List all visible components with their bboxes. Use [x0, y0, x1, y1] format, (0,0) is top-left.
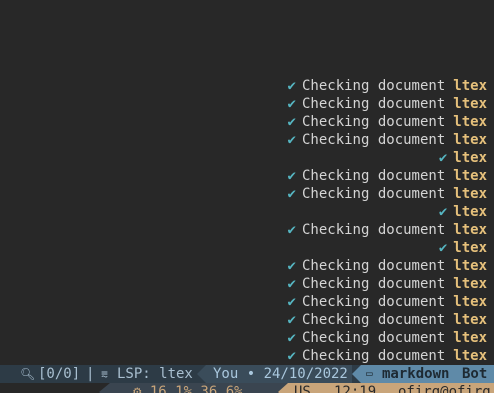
notification-item: ✔ Checking document ltex	[288, 275, 487, 293]
lsp-status: LSP: ltex	[117, 366, 193, 382]
check-icon: ✔	[438, 150, 448, 166]
check-icon: ✔	[287, 78, 296, 94]
cpu-usage: ⚙ 16.1% 36.6%	[133, 383, 243, 393]
git-blame: You • 24/10/2022	[213, 366, 348, 382]
notification-source: ltex	[453, 330, 487, 346]
search-count: [0/0]	[38, 366, 81, 382]
notification-source: ltex	[453, 114, 487, 130]
check-icon: ✔	[287, 312, 296, 328]
notification-item: ✔ ltex	[439, 203, 487, 221]
cursor-position: Bot	[462, 366, 488, 382]
clock-separator	[278, 383, 288, 393]
notification-item: ✔ Checking document ltex	[288, 167, 487, 185]
notification-message: Checking document	[301, 222, 446, 238]
notification-source: ltex	[453, 240, 487, 256]
notification-list: ✔ Checking document ltex ✔ Checking document…	[288, 77, 487, 365]
notification-item: ✔ Checking document ltex	[288, 293, 487, 311]
notification-message: Checking document	[301, 168, 446, 184]
system-bar-separator	[99, 383, 110, 393]
statusline-separator: |	[86, 366, 95, 382]
notification-item: ✔ Checking document ltex	[288, 347, 487, 365]
notification-item: ✔ Checking document ltex	[288, 311, 487, 329]
notification-message: Checking document	[301, 132, 446, 148]
check-icon: ✔	[287, 330, 296, 346]
notification-source: ltex	[453, 348, 487, 364]
notification-message: Checking document	[301, 186, 446, 202]
notification-item: ✔ Checking document ltex	[288, 257, 487, 275]
notification-source: ltex	[453, 222, 487, 238]
system-bar: ⚙ 16.1% 36.6% US 12:19 ofirg@ofirg	[0, 383, 494, 393]
notification-source: ltex	[453, 312, 487, 328]
keyboard-layout: US	[294, 384, 311, 393]
notification-source: ltex	[453, 294, 487, 310]
notification-item: ✔ Checking document ltex	[288, 131, 487, 149]
search-icon: 🔍︎	[20, 367, 36, 381]
editor-area[interactable]: ✔ Checking document ltex ✔ Checking document…	[0, 0, 494, 365]
notification-item: ✔ Checking document ltex	[288, 113, 487, 131]
notification-source: ltex	[453, 78, 487, 94]
notification-message: Checking document	[301, 348, 446, 364]
notification-item: ✔ Checking document ltex	[288, 77, 487, 95]
filetype: markdown	[382, 366, 450, 382]
user-host: ofirg@ofirg	[398, 384, 491, 393]
notification-message: Checking document	[301, 96, 446, 112]
notification-source: ltex	[453, 132, 487, 148]
filetype-separator	[352, 365, 361, 383]
check-icon: ✔	[287, 186, 296, 202]
notification-item: ✔ ltex	[439, 239, 487, 257]
check-icon: ✔	[287, 96, 296, 112]
check-icon: ✔	[438, 204, 448, 220]
check-icon: ✔	[287, 294, 296, 310]
lsp-icon: ⩳	[101, 367, 109, 381]
check-icon: ✔	[287, 348, 296, 364]
notification-message: Checking document	[301, 78, 446, 94]
check-icon: ✔	[287, 132, 296, 148]
check-icon: ✔	[287, 276, 296, 292]
notification-source: ltex	[453, 186, 487, 202]
cpu-icon: ⚙	[133, 384, 150, 393]
notification-item: ✔ Checking document ltex	[288, 95, 487, 113]
notification-message: Checking document	[301, 330, 446, 346]
notification-message: Checking document	[301, 276, 446, 292]
check-icon: ✔	[438, 240, 448, 256]
notification-item: ✔ ltex	[439, 149, 487, 167]
notification-message: Checking document	[301, 258, 446, 274]
notification-message: Checking document	[301, 114, 446, 130]
notification-message: Checking document	[301, 312, 446, 328]
check-icon: ✔	[287, 114, 296, 130]
notification-source: ltex	[453, 168, 487, 184]
notification-source: ltex	[453, 96, 487, 112]
notification-item: ✔ Checking document ltex	[288, 185, 487, 203]
notification-source: ltex	[453, 276, 487, 292]
blame-separator	[197, 365, 206, 383]
markdown-icon: ▭	[366, 367, 373, 380]
notification-item: ✔ Checking document ltex	[288, 221, 487, 239]
notification-item: ✔ Checking document ltex	[288, 329, 487, 347]
notification-source: ltex	[453, 258, 487, 274]
notification-source: ltex	[453, 150, 487, 166]
check-icon: ✔	[287, 258, 296, 274]
statusline: 🔍︎ [0/0] | ⩳ LSP: ltex You • 24/10/2022 …	[0, 365, 494, 383]
clock-time: 12:19	[334, 384, 377, 393]
notification-message: Checking document	[301, 294, 446, 310]
check-icon: ✔	[287, 222, 296, 238]
check-icon: ✔	[287, 168, 296, 184]
notification-source: ltex	[453, 204, 487, 220]
